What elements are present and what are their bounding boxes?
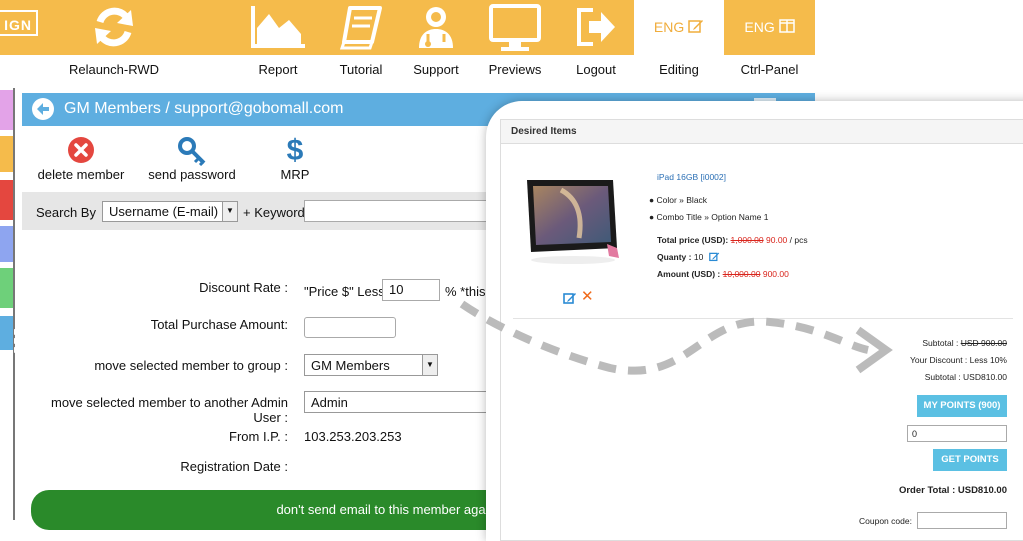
flow-arrow-icon (459, 300, 893, 375)
